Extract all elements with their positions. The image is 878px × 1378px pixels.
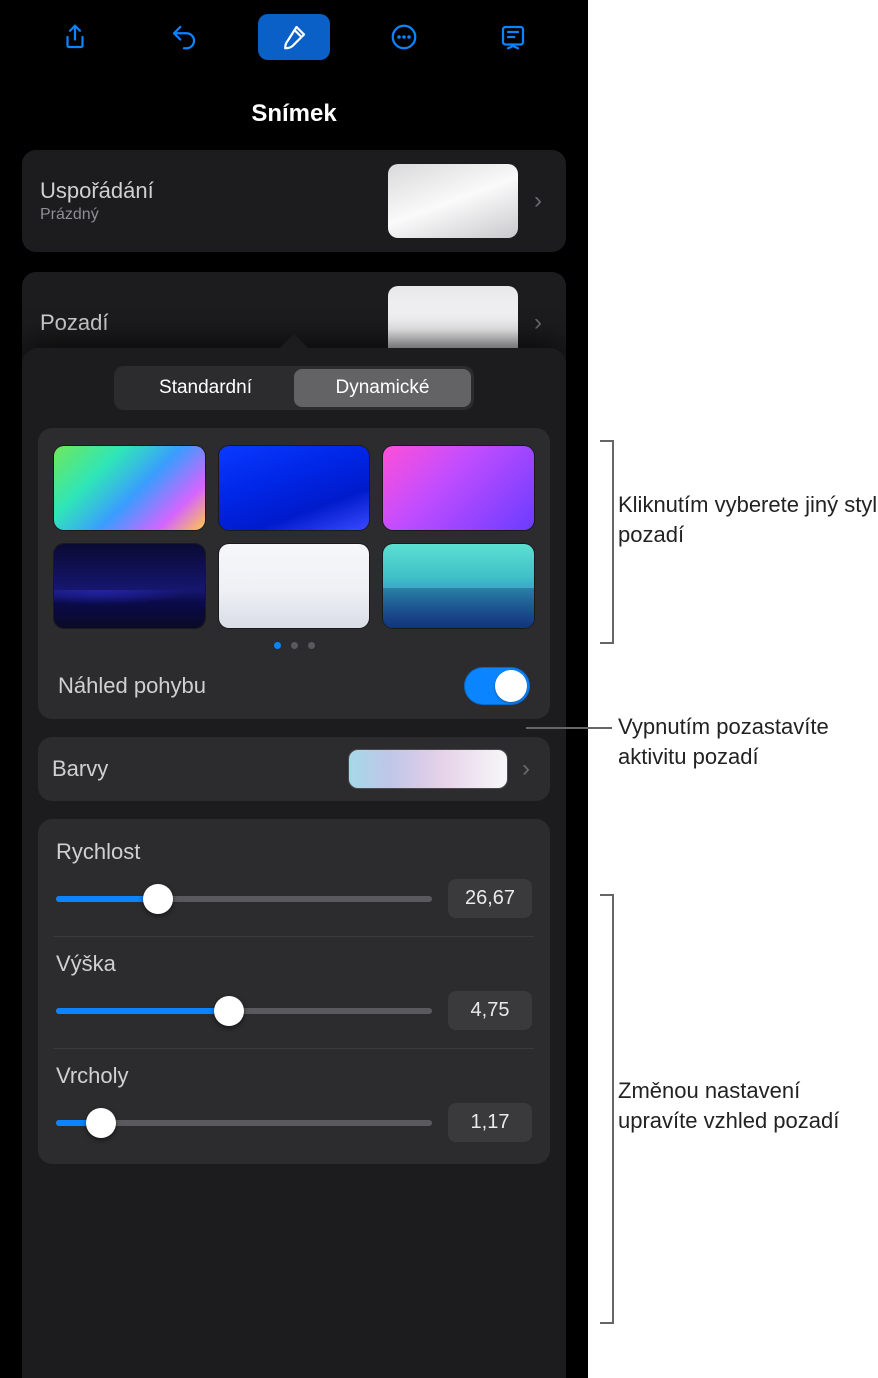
segment-standard[interactable]: Standardní <box>117 369 294 407</box>
layout-thumbnail <box>388 164 518 238</box>
callout-toggle: Vypnutím pozastavíte aktivitu pozadí <box>618 712 878 771</box>
dynamic-backgrounds-gallery: Náhled pohybu <box>38 428 550 719</box>
colors-preview-swatch <box>348 749 508 789</box>
slider-knob[interactable] <box>86 1108 116 1138</box>
height-slider[interactable] <box>56 1008 432 1014</box>
peaks-value[interactable]: 1,17 <box>448 1103 532 1142</box>
layout-label: Uspořádání <box>40 178 388 204</box>
layout-section: Uspořádání Prázdný › <box>22 150 566 252</box>
speed-slider[interactable] <box>56 896 432 902</box>
motion-preview-toggle[interactable] <box>464 667 530 705</box>
chevron-right-icon: › <box>528 187 548 215</box>
dynamic-bg-swatch-5[interactable] <box>219 544 370 628</box>
background-popover: Standardní Dynamické Náhled pohybu <box>22 348 566 1378</box>
undo-icon <box>169 22 199 52</box>
format-button[interactable] <box>258 14 330 60</box>
callout-styles: Kliknutím vyberete jiný styl pozadí <box>618 490 878 549</box>
slider-knob[interactable] <box>143 884 173 914</box>
layout-row[interactable]: Uspořádání Prázdný › <box>22 150 566 252</box>
chevron-right-icon: › <box>528 309 548 337</box>
dynamic-bg-swatch-3[interactable] <box>383 446 534 530</box>
dynamic-bg-swatch-4[interactable] <box>54 544 205 628</box>
annotation-callouts: Kliknutím vyberete jiný styl pozadí Vypn… <box>588 0 878 1378</box>
panel-title: Snímek <box>0 72 588 150</box>
inspector-panel: Snímek Uspořádání Prázdný › Pozadí › Sta… <box>0 0 588 1378</box>
more-button[interactable] <box>368 14 440 60</box>
layout-sublabel: Prázdný <box>40 206 388 224</box>
presenter-button[interactable] <box>477 14 549 60</box>
dynamic-bg-swatch-1[interactable] <box>54 446 205 530</box>
colors-row[interactable]: Barvy › <box>38 737 550 801</box>
share-icon <box>60 22 90 52</box>
background-type-segmented[interactable]: Standardní Dynamické <box>114 366 474 410</box>
height-value[interactable]: 4,75 <box>448 991 532 1030</box>
format-brush-icon <box>279 22 309 52</box>
callout-bracket <box>600 440 614 644</box>
gallery-pager[interactable] <box>54 628 534 653</box>
motion-preview-label: Náhled pohybu <box>58 673 206 699</box>
dynamic-bg-swatch-6[interactable] <box>383 544 534 628</box>
top-toolbar <box>0 0 588 72</box>
presenter-icon <box>498 22 528 52</box>
pager-dot-3[interactable] <box>308 642 315 649</box>
slider-block-speed: Rychlost 26,67 <box>54 825 534 937</box>
motion-preview-row: Náhled pohybu <box>54 653 534 709</box>
slider-block-peaks: Vrcholy 1,17 <box>54 1049 534 1160</box>
chevron-right-icon: › <box>516 755 536 783</box>
slider-knob[interactable] <box>214 996 244 1026</box>
toggle-knob <box>495 670 527 702</box>
speed-value[interactable]: 26,67 <box>448 879 532 918</box>
undo-button[interactable] <box>148 14 220 60</box>
callout-line <box>526 727 612 729</box>
background-label: Pozadí <box>40 310 388 336</box>
colors-section: Barvy › <box>38 737 550 801</box>
sliders-section: Rychlost 26,67 Výška 4,75 <box>38 819 550 1164</box>
slider-label: Výška <box>56 951 532 977</box>
share-button[interactable] <box>39 14 111 60</box>
segment-dynamic[interactable]: Dynamické <box>294 369 471 407</box>
pager-dot-2[interactable] <box>291 642 298 649</box>
colors-label: Barvy <box>52 756 348 782</box>
callout-sliders: Změnou nastavení upravíte vzhled pozadí <box>618 1076 878 1135</box>
slider-label: Vrcholy <box>56 1063 532 1089</box>
slider-fill <box>56 1008 229 1014</box>
more-icon <box>389 22 419 52</box>
slider-label: Rychlost <box>56 839 532 865</box>
dynamic-bg-swatch-2[interactable] <box>219 446 370 530</box>
peaks-slider[interactable] <box>56 1120 432 1126</box>
slider-block-height: Výška 4,75 <box>54 937 534 1049</box>
pager-dot-1[interactable] <box>274 642 281 649</box>
callout-bracket <box>600 894 614 1324</box>
